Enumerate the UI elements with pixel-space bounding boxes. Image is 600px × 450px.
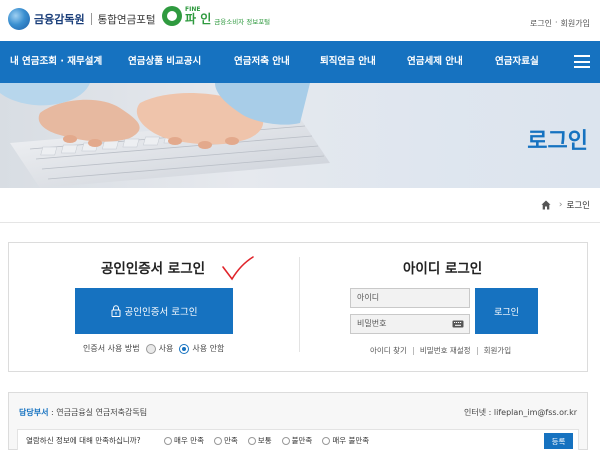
id-input[interactable]: 아이디 [350,288,470,308]
link-separator [476,346,478,355]
nav-item-my-pension[interactable]: 내 연금조회 · 재무설계 [10,41,102,83]
info-panel: 담당부서 : 연금금융실 연금저축감독팀 인터넷 : lifeplan_im@f… [8,392,588,450]
link-separator [412,346,414,355]
survey-option-neutral[interactable]: 보통 [247,435,272,446]
login-divider [299,257,300,352]
cert-usage-label: 인증서 사용 방법 [83,344,140,353]
survey-option-satisfied[interactable]: 만족 [213,435,238,446]
survey-option-label: 매우 만족 [174,436,204,445]
keyboard-hands-illustration [0,83,330,188]
nav-item-retirement-pension[interactable]: 퇴직연금 안내 [320,41,376,83]
fss-logo[interactable]: 금융감독원 통합연금포털 [8,8,156,30]
survey-option-label: 불만족 [291,436,313,445]
fine-logo-icon [162,6,182,26]
content-divider [0,222,600,223]
radio-icon [213,436,222,445]
fss-name: 금융감독원 [34,13,85,26]
nav-item-product-compare[interactable]: 연금상품 비교공시 [128,41,201,83]
nav-item-pension-savings[interactable]: 연금저축 안내 [234,41,290,83]
utility-links: 로그인 · 회원가입 [530,18,590,29]
hero-title: 로그인 [527,129,588,154]
find-id-link[interactable]: 아이디 찾기 [370,345,407,356]
password-input[interactable]: 비밀번호 [350,314,470,334]
department-info: 담당부서 : 연금금융실 연금저축감독팀 [19,407,147,418]
fine-main-text: 파 인 [185,12,212,26]
survey-option-very-satisfied[interactable]: 매우 만족 [164,435,204,446]
site-header: 금융감독원 통합연금포털 FINE 파 인 금융소비자 정보포털 로그인 · 회… [0,0,600,40]
red-checkmark-annotation [222,256,254,281]
survey-submit-button[interactable]: 등록 [544,433,573,449]
survey-options: 매우 만족 만족 보통 불만족 매우 불만족 [164,435,379,446]
password-placeholder: 비밀번호 [357,319,387,328]
cert-use-label: 사용 [158,344,174,353]
contact-info: 인터넷 : lifeplan_im@fss.or.kr [464,408,577,417]
radio-icon [164,436,172,445]
logo-separator [90,13,92,25]
radio-icon [322,436,331,445]
id-login-button[interactable]: 로그인 [475,288,538,334]
lock-icon [111,305,121,317]
id-login-title: 아이디 로그인 [403,261,483,277]
cert-login-button-label: 공인인증서 로그인 [124,307,198,318]
breadcrumb-current: 로그인 [566,201,590,211]
cert-nouse-radio[interactable] [179,343,190,354]
util-join-link[interactable]: 회원가입 [561,18,590,29]
breadcrumb-separator: › [558,200,563,210]
survey-question: 열람하신 정보에 대해 만족하십니까? [26,436,141,445]
cert-login-title: 공인인증서 로그인 [101,261,206,277]
satisfaction-survey: 열람하신 정보에 대해 만족하십니까? 매우 만족 만족 보통 불만족 매우 불… [17,429,579,450]
cert-usage-options: 인증서 사용 방법 사용 사용 안함 [83,343,224,354]
department-value: : 연금금융실 연금저축감독팀 [48,408,148,417]
cert-use-radio[interactable] [145,343,156,354]
survey-option-label: 매우 불만족 [332,436,370,445]
util-login-link[interactable]: 로그인 [530,18,552,29]
fine-subtitle: 금융소비자 정보포털 [214,18,271,26]
join-link[interactable]: 회원가입 [484,345,512,356]
department-label: 담당부서 [19,408,49,417]
util-dot: · [555,18,558,27]
nav-item-pension-library[interactable]: 연금자료실 [495,41,539,83]
login-panel: 공인인증서 로그인 공인인증서 로그인 인증서 사용 방법 사용 사용 안함 아… [8,242,588,372]
home-icon[interactable] [541,200,551,210]
account-links: 아이디 찾기 비밀번호 재설정 회원가입 [370,345,511,356]
virtual-keyboard-icon[interactable] [452,320,464,328]
survey-option-dissatisfied[interactable]: 불만족 [281,435,313,446]
cert-nouse-label: 사용 안함 [192,344,225,353]
survey-option-label: 만족 [223,436,238,445]
portal-name: 통합연금포털 [97,13,156,26]
breadcrumb: › 로그인 [541,199,590,211]
hero-banner: 로그인 [0,83,600,188]
survey-option-label: 보통 [257,436,272,445]
radio-icon [281,436,290,445]
fine-logo[interactable]: FINE 파 인 금융소비자 정보포털 [162,6,270,26]
fss-globe-icon [8,8,30,30]
cert-login-button[interactable]: 공인인증서 로그인 [75,288,233,334]
radio-icon [247,436,256,445]
main-nav: 내 연금조회 · 재무설계 연금상품 비교공시 연금저축 안내 퇴직연금 안내 … [0,41,600,83]
nav-item-pension-tax[interactable]: 연금세제 안내 [407,41,463,83]
survey-option-very-dissatisfied[interactable]: 매우 불만족 [322,435,369,446]
menu-hamburger-icon[interactable] [574,55,590,68]
reset-password-link[interactable]: 비밀번호 재설정 [420,345,471,356]
